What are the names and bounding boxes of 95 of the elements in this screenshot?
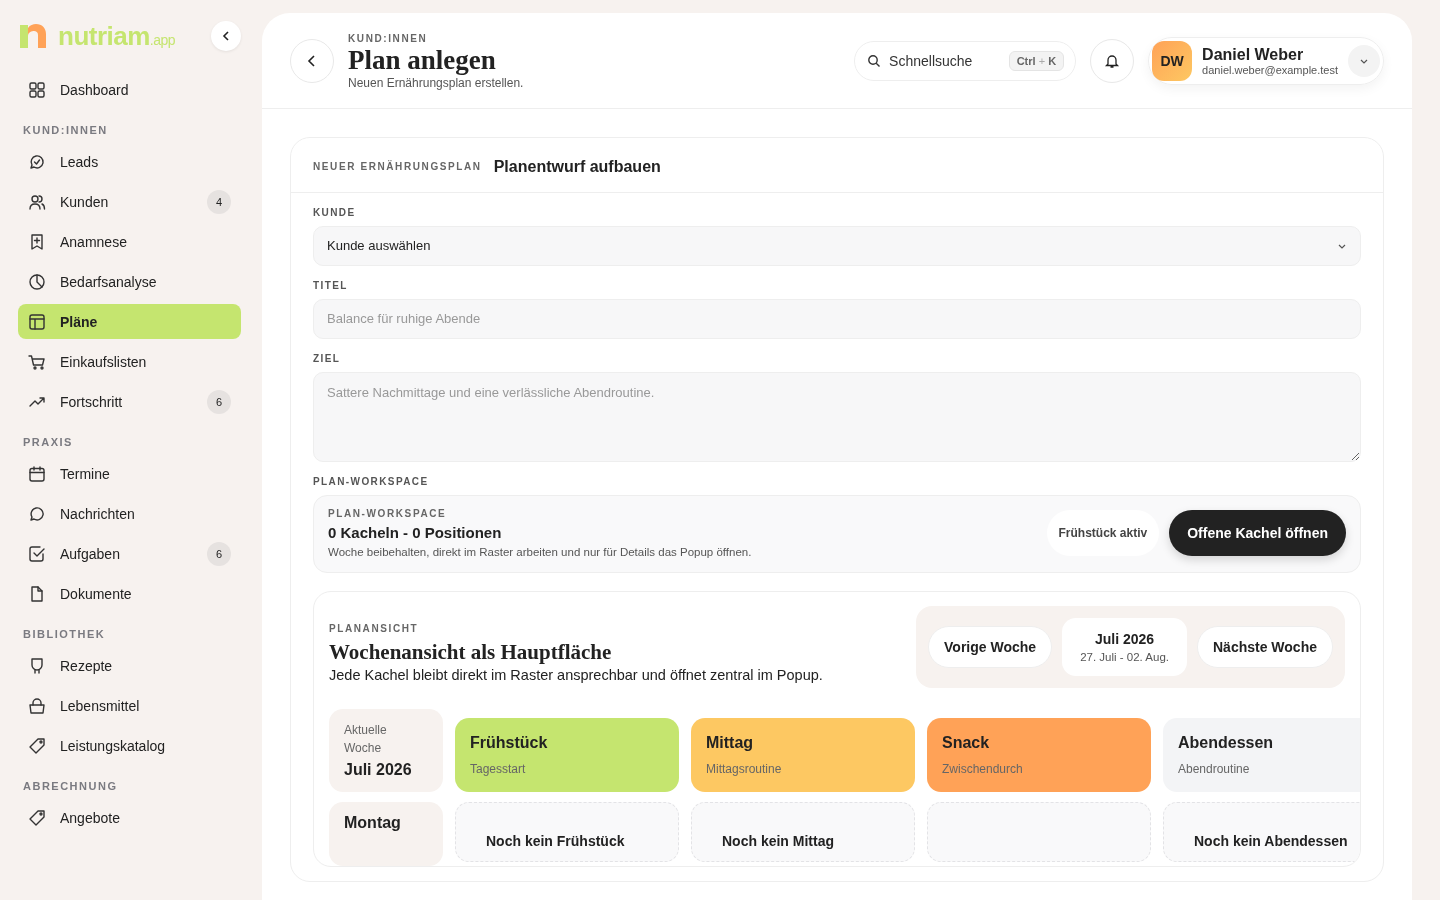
meal-column-header[interactable]: Mittag Mittagsroutine	[691, 717, 915, 792]
breadcrumb: KUND:INNEN	[348, 33, 429, 44]
sidebar-item[interactable]: Dokumente	[18, 576, 241, 611]
previous-week-button[interactable]: Vorige Woche	[928, 625, 1053, 668]
sidebar-item[interactable]: Fortschritt 6	[18, 384, 241, 419]
logo-icon	[18, 23, 48, 49]
week-month: Juli 2026	[1095, 630, 1155, 647]
sidebar-item[interactable]: Lebensmittel	[18, 688, 241, 723]
title-field[interactable]: Balance für ruhige Abende	[313, 298, 1361, 339]
meal-column-header[interactable]: Abendessen Abendroutine	[1163, 717, 1360, 792]
empty-slot-text: Noch kein Mittag	[722, 832, 834, 849]
meal-name: Snack	[942, 733, 991, 752]
pie-chart-icon	[28, 272, 46, 291]
chat-icon	[28, 504, 46, 523]
day-label: Montag	[344, 813, 402, 832]
sidebar-item[interactable]: Leistungskatalog	[18, 728, 241, 763]
tag-icon	[28, 736, 46, 755]
meal-subtitle: Abendroutine	[1178, 761, 1251, 776]
page-subtitle: Neuen Ernährungsplan erstellen.	[348, 75, 525, 90]
shortcut-hint: Ctrl + K	[1008, 51, 1065, 72]
sidebar-item[interactable]: Einkaufslisten	[18, 344, 241, 379]
sidebar-item[interactable]: Rezepte	[18, 648, 241, 683]
sidebar-item[interactable]: Dashboard	[18, 72, 241, 107]
count-badge: 6	[207, 389, 231, 414]
cup-icon	[28, 656, 46, 675]
field-label: ZIEL	[313, 352, 342, 364]
count-badge: 4	[207, 189, 231, 214]
sidebar-item[interactable]: Leads	[18, 144, 241, 179]
checkbox-icon	[28, 544, 46, 563]
document-icon	[28, 584, 46, 603]
count-badge: 6	[207, 541, 231, 566]
logo-text: nutriam.app	[58, 20, 176, 52]
sidebar-item[interactable]: Pläne	[18, 304, 241, 339]
chevron-left-icon	[220, 30, 232, 42]
empty-slot-text: Noch kein Frühstück	[486, 832, 625, 849]
select-value: Kunde auswählen	[327, 238, 431, 254]
chevron-down-icon	[1348, 45, 1380, 78]
sidebar-item[interactable]: Kunden 4	[18, 184, 241, 219]
calendar-icon	[28, 464, 46, 483]
basket-icon	[28, 696, 46, 715]
meal-name: Mittag	[706, 733, 755, 752]
page-title: Plan anlegen	[348, 46, 497, 76]
bookmark-icon	[28, 232, 46, 251]
sidebar-item[interactable]: Aufgaben 6	[18, 536, 241, 571]
users-icon	[28, 192, 46, 211]
meal-column-header[interactable]: Frühstück Tagesstart	[455, 717, 679, 792]
field-label: PLAN-WORKSPACE	[313, 475, 430, 487]
meal-subtitle: Zwischendurch	[942, 761, 1024, 776]
sidebar-item[interactable]: Nachrichten	[18, 496, 241, 531]
collapse-button[interactable]	[211, 21, 241, 51]
next-week-button[interactable]: Nächste Woche	[1197, 625, 1333, 668]
empty-slot[interactable]: Noch kein Mittag	[691, 801, 915, 862]
card-eyebrow: NEUER ERNÄHRUNGSPLAN	[313, 161, 482, 173]
sidebar-item[interactable]: Bedarfsanalyse	[18, 264, 241, 299]
grid-icon	[28, 80, 46, 99]
table-icon	[28, 312, 46, 331]
workspace-hint: Woche beibehalten, direkt im Raster arbeiten und nur für Details das Popup öffnen.	[328, 545, 753, 558]
meal-subtitle: Tagesstart	[470, 761, 527, 776]
panel-subtitle: Jede Kachel bleibt direkt im Raster ansprechbar und öffnet zentral im Popup.	[329, 666, 824, 683]
card-title: Planentwurf aufbauen	[493, 157, 661, 176]
section-heading: BIBLIOTHEK	[23, 628, 107, 640]
panel-eyebrow: PLANANSICHT	[329, 622, 420, 634]
user-email: daniel.weber@example.test	[1202, 64, 1338, 77]
week-value: Juli 2026	[344, 760, 413, 779]
empty-slot[interactable]: Noch kein Abendessen	[1163, 801, 1360, 862]
week-range: 27. Juli - 02. Aug.	[1080, 650, 1169, 663]
section-heading: ABRECHNUNG	[23, 780, 119, 792]
customer-select[interactable]: Kunde auswählen	[313, 225, 1361, 266]
user-name: Daniel Weber	[1202, 46, 1305, 65]
empty-slot[interactable]: Noch kein Frühstück	[455, 801, 679, 862]
sidebar-item[interactable]: Angebote	[18, 800, 241, 835]
cart-icon	[28, 352, 46, 371]
meal-name: Frühstück	[470, 733, 549, 752]
sidebar-item[interactable]: Termine	[18, 456, 241, 491]
meal-column-header[interactable]: Snack Zwischendurch	[927, 717, 1151, 792]
panel-eyebrow: PLAN-WORKSPACE	[328, 507, 448, 519]
section-heading: PRAXIS	[23, 436, 74, 448]
chat-check-icon	[28, 152, 46, 171]
goal-field[interactable]: Sattere Nachmittage und eine verlässliche Abendroutine.	[313, 371, 1361, 462]
bell-icon	[1104, 53, 1121, 70]
field-label: KUNDE	[313, 206, 357, 218]
status-chip: Frühstück aktiv	[1046, 509, 1160, 556]
search-icon	[867, 54, 882, 69]
sidebar-item[interactable]: Anamnese	[18, 224, 241, 259]
field-label: TITEL	[313, 279, 349, 291]
panel-title: Wochenansicht als Hauptfläche	[329, 639, 613, 665]
meal-name: Abendessen	[1178, 733, 1275, 752]
week-label: Aktuelle Woche	[344, 721, 388, 757]
tag-icon	[28, 808, 46, 827]
workspace-summary: 0 Kacheln - 0 Positionen	[328, 523, 503, 541]
open-tile-button[interactable]: Offene Kachel öffnen	[1169, 509, 1346, 556]
meal-subtitle: Mittagsroutine	[706, 761, 783, 776]
user-avatar: DW	[1152, 41, 1193, 82]
section-heading: KUND:INNEN	[23, 124, 109, 136]
empty-slot-text: Noch kein Abendessen	[1194, 832, 1348, 849]
